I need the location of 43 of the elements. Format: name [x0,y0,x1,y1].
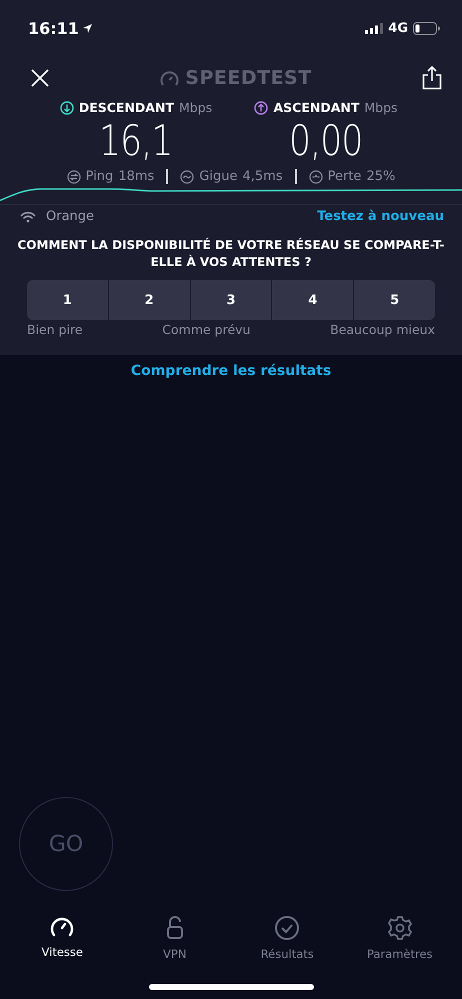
checkmark-circle-icon [274,915,300,941]
scale-label: Comme prévu [162,322,250,337]
speed-value: 0,00 [289,117,363,165]
clock-time: 16:11 [28,18,79,38]
stat-value: 18ms [118,169,154,184]
share-icon[interactable] [422,66,442,90]
network-name: Orange [46,209,94,224]
results-link[interactable]: Comprendre les résultats [130,363,332,379]
metric-label: ASCENDANT [273,100,360,115]
tab-item[interactable]: Vitesse [42,915,83,961]
tab-item[interactable]: Résultats [260,915,314,961]
upload-icon [254,100,268,114]
survey-question: COMMENT LA DISPONIBILITÉ DE VOTRE RÉSEAU SE COMPARE-T-ELLE À VOS ATTENTES ? [16,237,446,271]
speed-value: 16,1 [99,117,173,165]
ping-icon [66,170,81,184]
scale-label: Beaucoup mieux [330,322,435,337]
tab-item[interactable]: Paramètres [366,915,433,961]
settings-icon [386,915,413,941]
rating-option[interactable]: 5 [353,280,435,320]
packet-loss-icon [308,170,323,184]
wifi-icon [20,210,36,222]
stat-label: Gigue [199,169,238,184]
padlock-icon [164,915,185,941]
retry-link[interactable]: Testez à nouveau [317,209,444,224]
jitter-icon [180,170,194,184]
unit-label: Mbps [178,100,212,115]
stat-label: Ping [86,169,114,184]
stat-value: 4,5ms [242,169,283,184]
close-icon[interactable] [30,68,50,88]
app-logo-text: SPEEDTEST [185,67,312,89]
signal-icon [365,22,384,34]
metric-label: DESCENDANT [78,100,174,115]
battery-icon [413,22,440,34]
tab-item[interactable]: VPN [163,915,186,961]
network-type: 4G [388,20,408,36]
speedometer-icon [160,70,180,86]
stat-value: 25% [366,169,396,184]
location-arrow-icon [82,22,93,34]
stat-label: Perte [328,169,362,184]
unit-label: Mbps [364,100,398,115]
speedometer-icon [49,915,76,939]
scale-label: Bien pire [27,322,83,337]
download-icon [60,100,74,114]
